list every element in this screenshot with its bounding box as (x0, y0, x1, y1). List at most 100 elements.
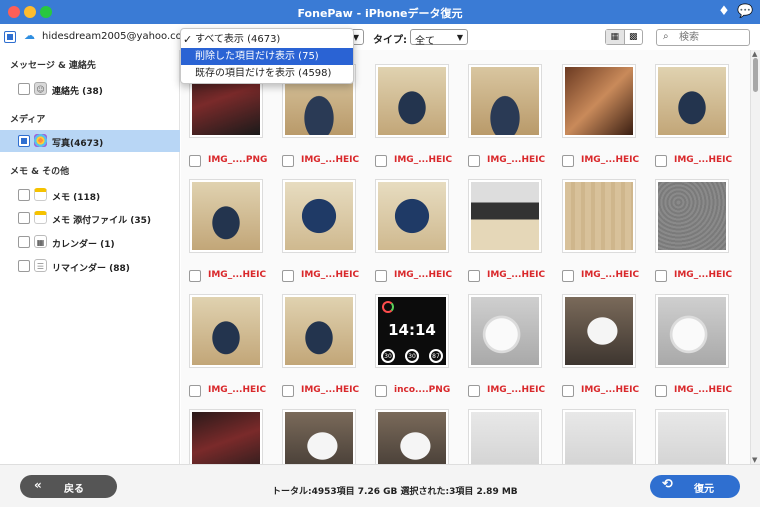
photo-thumbnail[interactable] (562, 409, 636, 464)
photo-image (565, 297, 633, 365)
photo-checkbox[interactable] (468, 385, 480, 397)
back-button[interactable]: « 戻る (20, 475, 117, 498)
photo-item[interactable]: IMG_...HEIC (184, 174, 274, 284)
photo-checkbox[interactable] (282, 270, 294, 282)
photo-item[interactable]: IMG_...HEIC (557, 289, 647, 399)
photo-checkbox[interactable] (375, 270, 387, 282)
filter-option-deleted[interactable]: 削除した項目だけ表示 (75) (181, 48, 353, 65)
photo-image (192, 297, 260, 365)
photo-thumbnail[interactable] (375, 179, 449, 253)
sidebar-item-reminders[interactable]: ☰ リマインダー (88) (0, 255, 180, 277)
photo-image (471, 412, 539, 464)
photo-item[interactable]: IMG_...HEIC (184, 289, 274, 399)
photo-item[interactable]: IMG_...HEIC (463, 174, 553, 284)
photo-checkbox[interactable] (655, 385, 667, 397)
photo-item[interactable]: IMG_...HEIC (557, 59, 647, 169)
photo-item[interactable]: IMG_...HEIC (650, 174, 740, 284)
photo-item[interactable] (277, 404, 367, 464)
photo-checkbox[interactable] (468, 270, 480, 282)
photo-item[interactable] (463, 404, 553, 464)
photo-thumbnail[interactable]: 14:14 30 30 87 (375, 294, 449, 368)
filter-dropdown-menu: ✓ すべて表示 (4673) 削除した項目だけ表示 (75) 既存の項目だけを表… (180, 28, 354, 84)
type-select-value: 全て (415, 36, 435, 47)
photo-checkbox[interactable] (655, 155, 667, 167)
photo-checkbox[interactable] (562, 155, 574, 167)
type-select[interactable]: 全て ▼ (410, 29, 468, 47)
photo-checkbox[interactable] (375, 385, 387, 397)
photo-thumbnail[interactable] (655, 409, 729, 464)
filter-option-label: 削除した項目だけ表示 (75) (195, 51, 319, 62)
grid-large-view-button[interactable]: ▦ (606, 30, 624, 44)
photo-item[interactable]: 14:14 30 30 87 inco....PNG (370, 289, 460, 399)
photo-item[interactable]: IMG_...HEIC (650, 289, 740, 399)
photo-item[interactable]: IMG_...HEIC (277, 289, 367, 399)
chat-icon[interactable]: 💬 (737, 4, 753, 20)
recover-button[interactable]: ⟲ 復元 (650, 475, 740, 498)
photo-thumbnail[interactable] (282, 409, 356, 464)
filter-option-all[interactable]: ✓ すべて表示 (4673) (181, 31, 353, 48)
photo-thumbnail[interactable] (468, 64, 542, 138)
sidebar-item-notes[interactable]: メモ (118) (0, 184, 180, 206)
photo-checkbox[interactable] (189, 270, 201, 282)
sidebar-checkbox[interactable] (18, 189, 30, 201)
sidebar-item-photos[interactable]: 写真(4673) (0, 130, 180, 152)
photo-item[interactable]: IMG_...HEIC (463, 289, 553, 399)
photo-checkbox[interactable] (189, 385, 201, 397)
sidebar-checkbox[interactable] (18, 135, 30, 147)
footer-bar: « 戻る トータル:4953項目 7.26 GB 選択された:3項目 2.89 … (0, 464, 760, 507)
sidebar-checkbox[interactable] (18, 260, 30, 272)
photo-item[interactable]: IMG_...HEIC (650, 59, 740, 169)
photo-filename: IMG_...HEIC (394, 270, 453, 280)
photo-checkbox[interactable] (655, 270, 667, 282)
photo-thumbnail[interactable] (468, 409, 542, 464)
photo-image (471, 182, 539, 250)
photo-checkbox[interactable] (562, 270, 574, 282)
sidebar-item-contacts[interactable]: ☺ 連絡先 (38) (0, 78, 180, 100)
photo-checkbox[interactable] (282, 155, 294, 167)
photo-thumbnail[interactable] (282, 294, 356, 368)
sidebar-checkbox[interactable] (18, 83, 30, 95)
photo-thumbnail[interactable] (562, 294, 636, 368)
sidebar-checkbox[interactable] (18, 212, 30, 224)
photo-item[interactable]: IMG_...HEIC (370, 174, 460, 284)
filter-option-existing[interactable]: 既存の項目だけを表示 (4598) (181, 65, 353, 82)
photo-checkbox[interactable] (562, 385, 574, 397)
search-input[interactable] (679, 31, 747, 44)
scroll-down-arrow-icon[interactable]: ▼ (752, 456, 757, 464)
diamond-icon[interactable]: ♦ (716, 4, 732, 20)
photo-thumbnail[interactable] (189, 294, 263, 368)
photo-thumbnail[interactable] (375, 409, 449, 464)
account-checkbox[interactable] (4, 31, 16, 43)
photo-thumbnail[interactable] (282, 179, 356, 253)
photo-thumbnail[interactable] (655, 294, 729, 368)
photo-checkbox[interactable] (375, 155, 387, 167)
sidebar-checkbox[interactable] (18, 236, 30, 248)
photo-thumbnail[interactable] (468, 294, 542, 368)
photo-item[interactable] (184, 404, 274, 464)
photo-item[interactable]: IMG_...HEIC (557, 174, 647, 284)
photo-thumbnail[interactable] (189, 179, 263, 253)
photo-checkbox[interactable] (468, 155, 480, 167)
photo-filename: IMG_...HEIC (674, 270, 733, 280)
photo-thumbnail[interactable] (189, 409, 263, 464)
photo-item[interactable] (370, 404, 460, 464)
photo-thumbnail[interactable] (562, 64, 636, 138)
photo-item[interactable]: IMG_...HEIC (370, 59, 460, 169)
photo-item[interactable] (557, 404, 647, 464)
sidebar-item-calendar[interactable]: ▦ カレンダー (1) (0, 231, 180, 253)
scrollbar-thumb[interactable] (753, 58, 758, 92)
photo-thumbnail[interactable] (655, 179, 729, 253)
photo-checkbox[interactable] (189, 155, 201, 167)
photo-checkbox[interactable] (282, 385, 294, 397)
photo-item[interactable] (650, 404, 740, 464)
photo-item[interactable]: IMG_...HEIC (277, 174, 367, 284)
photo-thumbnail[interactable] (562, 179, 636, 253)
grid-small-view-button[interactable]: ▩ (623, 30, 643, 44)
photo-thumbnail[interactable] (375, 64, 449, 138)
photo-thumbnail[interactable] (468, 179, 542, 253)
sidebar-item-note-attachments[interactable]: メモ 添付ファイル (35) (0, 207, 180, 229)
photo-thumbnail[interactable] (655, 64, 729, 138)
photo-item[interactable]: IMG_...HEIC (463, 59, 553, 169)
vertical-scrollbar[interactable]: ▲ ▼ (750, 50, 760, 464)
scroll-up-arrow-icon[interactable]: ▲ (752, 50, 757, 58)
